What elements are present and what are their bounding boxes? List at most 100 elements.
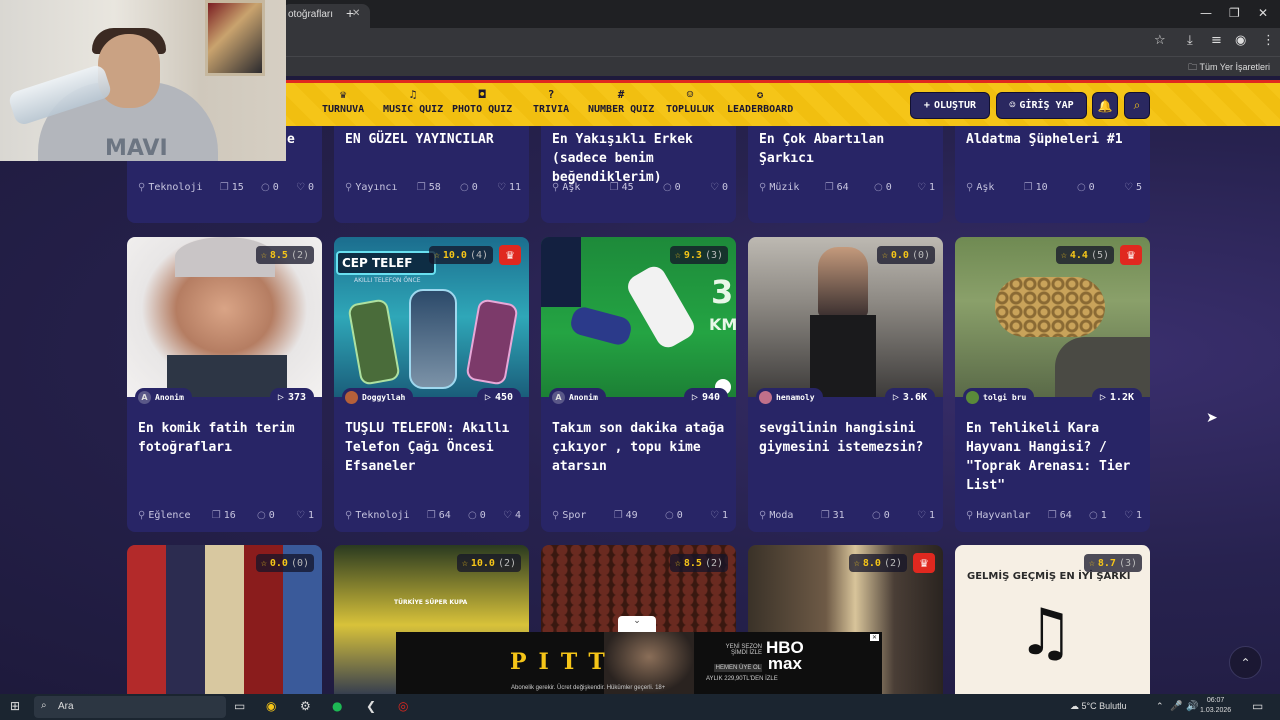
microphone-icon[interactable]: 🎤: [1170, 701, 1182, 712]
star-icon: ☆: [1060, 249, 1067, 261]
rating-value: 4.4: [1069, 249, 1088, 261]
author-chip[interactable]: A Anonim: [135, 388, 192, 406]
category-label: Spor: [562, 510, 587, 521]
nav-number-quiz[interactable]: # NUMBER QUIZ: [588, 89, 654, 116]
nav-trivia[interactable]: ? TRIVIA: [533, 88, 569, 116]
taskbar-search[interactable]: ⌕ Ara: [34, 696, 226, 718]
like-count: ♡ 11: [497, 182, 521, 193]
card-title: Takım son dakika atağa çıkıyor , topu ki…: [552, 421, 725, 474]
comment-count: ○ 0: [872, 510, 890, 521]
clock-time: 06:07: [1206, 697, 1225, 704]
search-icon[interactable]: ⌕: [1124, 92, 1150, 119]
nav-music-quiz[interactable]: ♫ MUSIC QUIZ: [383, 89, 443, 116]
rating-count: (3): [1118, 557, 1137, 569]
comment-icon: ○: [261, 182, 270, 193]
thumb-subtitle: AKILLI TELEFON ÖNCE: [354, 277, 421, 284]
stack-icon: ❐: [426, 510, 436, 521]
thumb-leopard: [995, 277, 1105, 337]
quiz-card[interactable]: En Çok Abartılan Şarkıcı ⚲ Müzik ❐ 64 ○ 0 ♡…: [748, 126, 943, 223]
question-icon: ?: [547, 88, 555, 101]
quiz-card[interactable]: En Yakışıklı Erkek (sadece benim beğendi…: [541, 126, 736, 223]
nav-topluluk[interactable]: ☺ TOPLULUK: [666, 89, 714, 116]
quiz-card[interactable]: ☆ 0.0 (0) henamoly ▷ 3.6K sevgilinin hangis…: [748, 237, 943, 532]
notification-bell-icon[interactable]: 🔔: [1092, 92, 1118, 119]
star-icon: ☆: [674, 249, 681, 261]
play-count-value: 1.2K: [1109, 391, 1134, 403]
ad-logo: HBO max: [766, 639, 804, 673]
wall-painting: [205, 0, 265, 76]
card-title: Aldatma Şüpheleri #1: [966, 132, 1123, 147]
category-label: Aşk: [976, 182, 995, 193]
tray-chevron-icon[interactable]: ⌃: [1156, 702, 1164, 712]
quiz-card[interactable]: ☆ 0.0 (0): [127, 545, 322, 694]
ad-banner[interactable]: PITT YENİ SEZON ŞİMDİ İZLE HEMEN ÜYE OL …: [396, 632, 882, 694]
avatar: [345, 390, 358, 404]
create-button[interactable]: + OLUŞTUR: [910, 92, 990, 119]
like-count: ♡ 4: [503, 510, 521, 521]
music-note-icon: ♫: [1017, 596, 1075, 670]
quiz-card[interactable]: ☆ 4.4 (5) ♛ tolgi bru ▷ 1.2K En Tehlikeli K…: [955, 237, 1150, 532]
quiz-card[interactable]: CEP TELEF AKILLI TELEFON ÖNCE ☆ 10.0 (4) ♛…: [334, 237, 529, 532]
settings-icon[interactable]: ⚙: [300, 699, 311, 713]
notification-center-icon[interactable]: ▭: [1252, 699, 1263, 713]
ad-collapse-button[interactable]: ⌄: [618, 616, 656, 632]
author-chip[interactable]: Doggyllah: [342, 388, 414, 406]
media-icon[interactable]: ≡: [1211, 33, 1222, 48]
nav-leaderboard[interactable]: ✪ LEADERBOARD: [727, 89, 793, 116]
nav-turnuva[interactable]: ♛ TURNUVA: [322, 89, 364, 116]
quiz-card[interactable]: EN GÜZEL YAYINCILAR ⚲ Yayıncı ❐ 58 ○ 0 ♡ 11: [334, 126, 529, 223]
weather-widget[interactable]: ☁ 5°C Bulutlu: [1070, 701, 1127, 712]
rating-value: 10.0: [442, 249, 467, 261]
heart-icon: ♡: [709, 182, 719, 193]
tag-icon: ⚲: [552, 182, 560, 193]
minimize-icon[interactable]: —: [1200, 6, 1212, 20]
ad-member: HEMEN ÜYE OL: [714, 664, 762, 672]
menu-icon[interactable]: ⋮: [1262, 33, 1275, 48]
bookmark-star-icon[interactable]: ☆: [1154, 33, 1166, 48]
play-count: ▷ 940: [683, 388, 728, 406]
like-count: ♡ 1: [296, 510, 314, 521]
app-icon[interactable]: ❮: [366, 699, 376, 713]
file-explorer-icon[interactable]: ▭: [234, 699, 245, 713]
taskbar-clock[interactable]: 06:07 1.03.2026: [1200, 696, 1231, 716]
quiz-card[interactable]: Aldatma Şüpheleri #1 ⚲ Aşk ❐ 10 ○ 0 ♡ 5: [955, 126, 1150, 223]
like-count: ♡ 1: [917, 182, 935, 193]
volume-icon[interactable]: 🔊: [1186, 701, 1198, 712]
card-thumbnail: ☆ 0.0 (0) henamoly ▷ 3.6K: [748, 237, 943, 406]
rating-count: (3): [704, 249, 723, 261]
recording-app-icon[interactable]: ◎: [398, 699, 408, 713]
all-bookmarks[interactable]: 🗀 Tüm Yer İşaretleri: [1188, 60, 1270, 76]
download-icon[interactable]: ⤓: [1187, 33, 1193, 48]
star-icon: ☆: [881, 249, 888, 261]
author-chip[interactable]: henamoly: [756, 388, 823, 406]
quiz-card[interactable]: ☆ 8.5 (2) A Anonim ▷ 373 En komik fatih teri…: [127, 237, 322, 532]
max-text: max: [767, 654, 802, 673]
comment-count: ○ 0: [874, 182, 892, 193]
chrome-icon[interactable]: ◉: [266, 699, 276, 713]
card-thumbnail: ☆ 0.0 (0): [127, 545, 322, 694]
rating-value: 8.0: [862, 557, 881, 569]
close-window-icon[interactable]: ✕: [1258, 6, 1268, 20]
category: ⚲ Aşk: [552, 182, 580, 193]
windows-start-icon[interactable]: ⊞: [10, 699, 20, 713]
author-chip[interactable]: tolgi bru: [963, 388, 1035, 406]
ad-close-icon[interactable]: ✕: [870, 634, 880, 641]
quiz-card[interactable]: GELMİŞ GEÇMİŞ EN İYİ ŞARKI ♫ ☆ 8.7 (3): [955, 545, 1150, 694]
login-button[interactable]: ☺ GİRİŞ YAP: [996, 92, 1087, 119]
spotify-icon[interactable]: ●: [332, 699, 342, 713]
rating-badge: ☆ 9.3 (3): [669, 246, 728, 264]
browser-tab[interactable]: otoğrafları ✕: [282, 4, 370, 28]
login-label: GİRİŞ YAP: [1019, 100, 1074, 111]
rating-count: (4): [469, 249, 488, 261]
scroll-to-top-button[interactable]: ⌃: [1229, 646, 1262, 679]
new-tab-button[interactable]: +: [346, 5, 354, 21]
quiz-card[interactable]: 3 KM ☆ 9.3 (3) A Anonim ▷ 940 Takım son daki…: [541, 237, 736, 532]
rating-count: (2): [290, 249, 309, 261]
tag-icon: ⚲: [759, 182, 767, 193]
restore-icon[interactable]: ❐: [1229, 6, 1240, 20]
rating-value: 0.0: [890, 249, 909, 261]
nav-photo-quiz[interactable]: ◘ PHOTO QUIZ: [452, 89, 512, 116]
author-chip[interactable]: A Anonim: [549, 388, 606, 406]
comment-icon: ○: [1089, 510, 1098, 521]
profile-icon[interactable]: ◉: [1235, 33, 1246, 48]
